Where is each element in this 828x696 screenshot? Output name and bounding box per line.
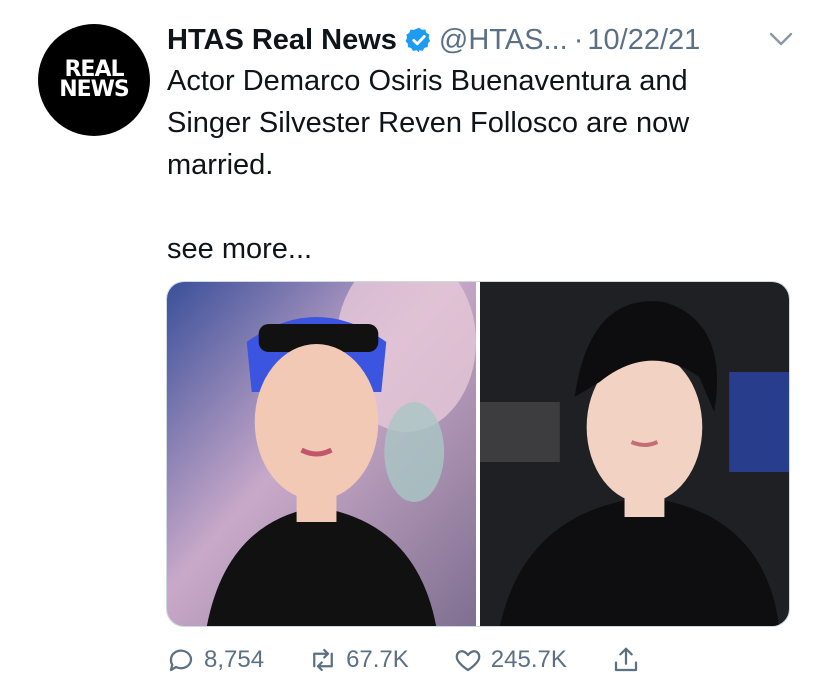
reply-count: 8,754 [204, 646, 265, 673]
tweet-header: HTAS Real News @HTAS... · 10/22/21 [167, 20, 778, 60]
avatar[interactable]: REAL NEWS [38, 24, 150, 136]
like-button[interactable]: 245.7K [453, 645, 567, 675]
separator-dot: · [573, 23, 584, 56]
tweet-text-line: Actor Demarco Osiris Buenaventura and [167, 65, 688, 97]
tweet-text: Actor Demarco Osiris Buenaventura and Si… [167, 60, 767, 186]
photo-right[interactable] [480, 282, 789, 626]
verified-badge-icon [405, 27, 431, 53]
retweet-icon [313, 648, 333, 672]
tweet-date[interactable]: 10/22/21 [587, 24, 700, 57]
tweet-media[interactable] [166, 281, 790, 627]
avatar-logo-text-bottom: NEWS [59, 77, 130, 102]
chevron-down-icon[interactable] [768, 28, 794, 50]
retweet-button[interactable]: 67.7K [308, 645, 409, 675]
tweet-text-line: married. [167, 149, 274, 181]
reply-icon [169, 649, 193, 672]
reply-button[interactable]: 8,754 [166, 645, 264, 675]
photo-left[interactable] [167, 282, 476, 626]
tweet-actions: 8,754 67.7K 245.7K [166, 640, 686, 680]
see-more-link[interactable]: see more... [167, 228, 312, 270]
photo-left-image [167, 282, 476, 626]
like-count: 245.7K [490, 646, 567, 673]
photo-right-image [480, 282, 789, 626]
share-button[interactable] [611, 645, 649, 675]
account-name[interactable]: HTAS Real News [167, 24, 397, 57]
tweet-text-line: Singer Silvester Reven Follosco are now [167, 107, 690, 139]
share-icon [614, 647, 637, 672]
like-icon [455, 650, 481, 672]
retweet-count: 67.7K [346, 646, 409, 673]
account-handle[interactable]: @HTAS... [439, 24, 568, 57]
